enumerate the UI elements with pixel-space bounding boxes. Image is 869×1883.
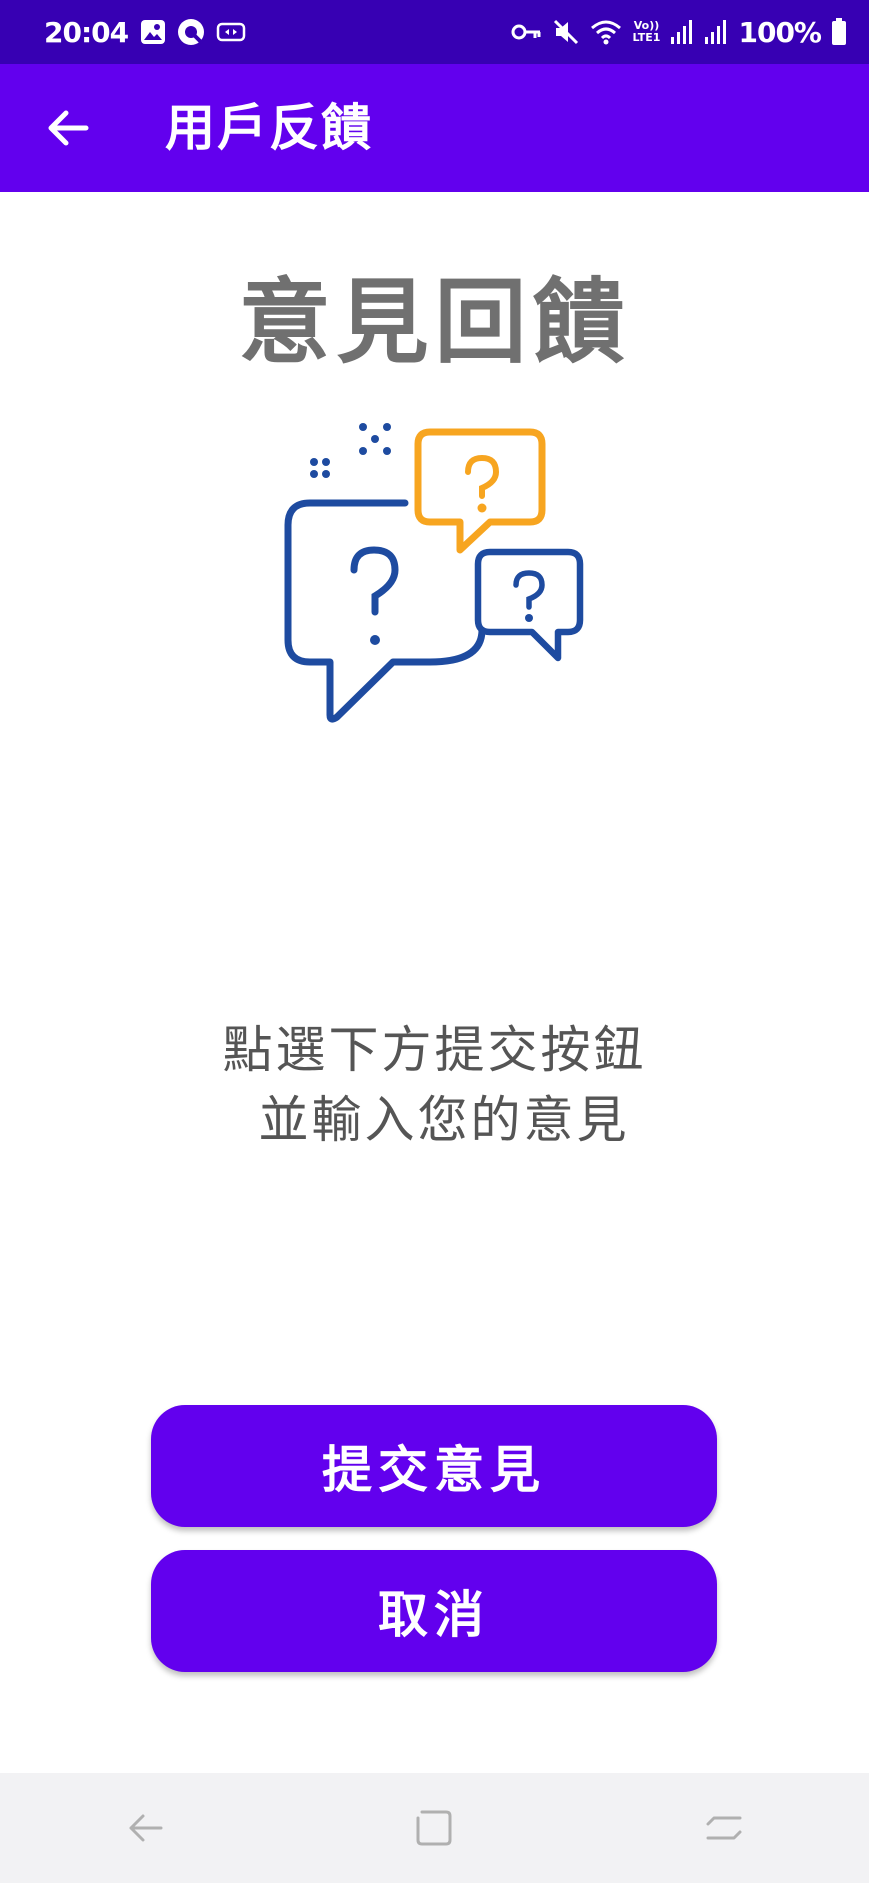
status-right-icons: Vo)) LTE1 100% <box>510 16 847 49</box>
image-icon <box>141 20 166 44</box>
instruction-line-2: 並輸入您的意見 <box>239 1091 630 1149</box>
signal-icon <box>705 20 727 44</box>
feedback-heading: 意見回饋 <box>238 269 631 376</box>
nav-back-icon <box>129 1814 163 1842</box>
arrow-left-icon <box>48 110 89 146</box>
status-time: 20:04 <box>44 15 129 49</box>
system-nav-bar <box>0 1773 869 1883</box>
battery-icon <box>832 18 846 45</box>
instruction-text: 點選下方提交按鈕 並輸入您的意見 <box>0 1015 869 1155</box>
mute-icon <box>554 19 579 45</box>
nav-home-icon <box>416 1810 452 1846</box>
nav-recents-icon <box>706 1816 742 1840</box>
nav-home-button[interactable] <box>394 1788 474 1868</box>
q-app-icon <box>178 19 205 45</box>
key-icon <box>511 24 541 40</box>
volte-icon: Vo)) LTE1 <box>632 19 661 44</box>
wifi-icon <box>591 20 622 45</box>
cancel-button[interactable]: 取消 <box>151 1550 717 1672</box>
back-button[interactable] <box>36 96 100 160</box>
question-bubbles-icon <box>284 423 584 723</box>
cast-icon <box>216 22 246 42</box>
signal-icon <box>671 20 693 44</box>
status-bar: 20:04 Vo)) LTE1 100% <box>0 0 869 64</box>
submit-feedback-button[interactable]: 提交意見 <box>151 1405 717 1527</box>
nav-recents-button[interactable] <box>684 1788 764 1868</box>
page-title: 用戶反饋 <box>165 99 373 157</box>
app-bar: 用戶反饋 <box>0 64 869 192</box>
instruction-line-1: 點選下方提交按鈕 <box>222 1021 647 1079</box>
nav-back-button[interactable] <box>105 1788 185 1868</box>
status-left-icons <box>140 17 246 47</box>
battery-percent: 100% <box>738 15 822 49</box>
